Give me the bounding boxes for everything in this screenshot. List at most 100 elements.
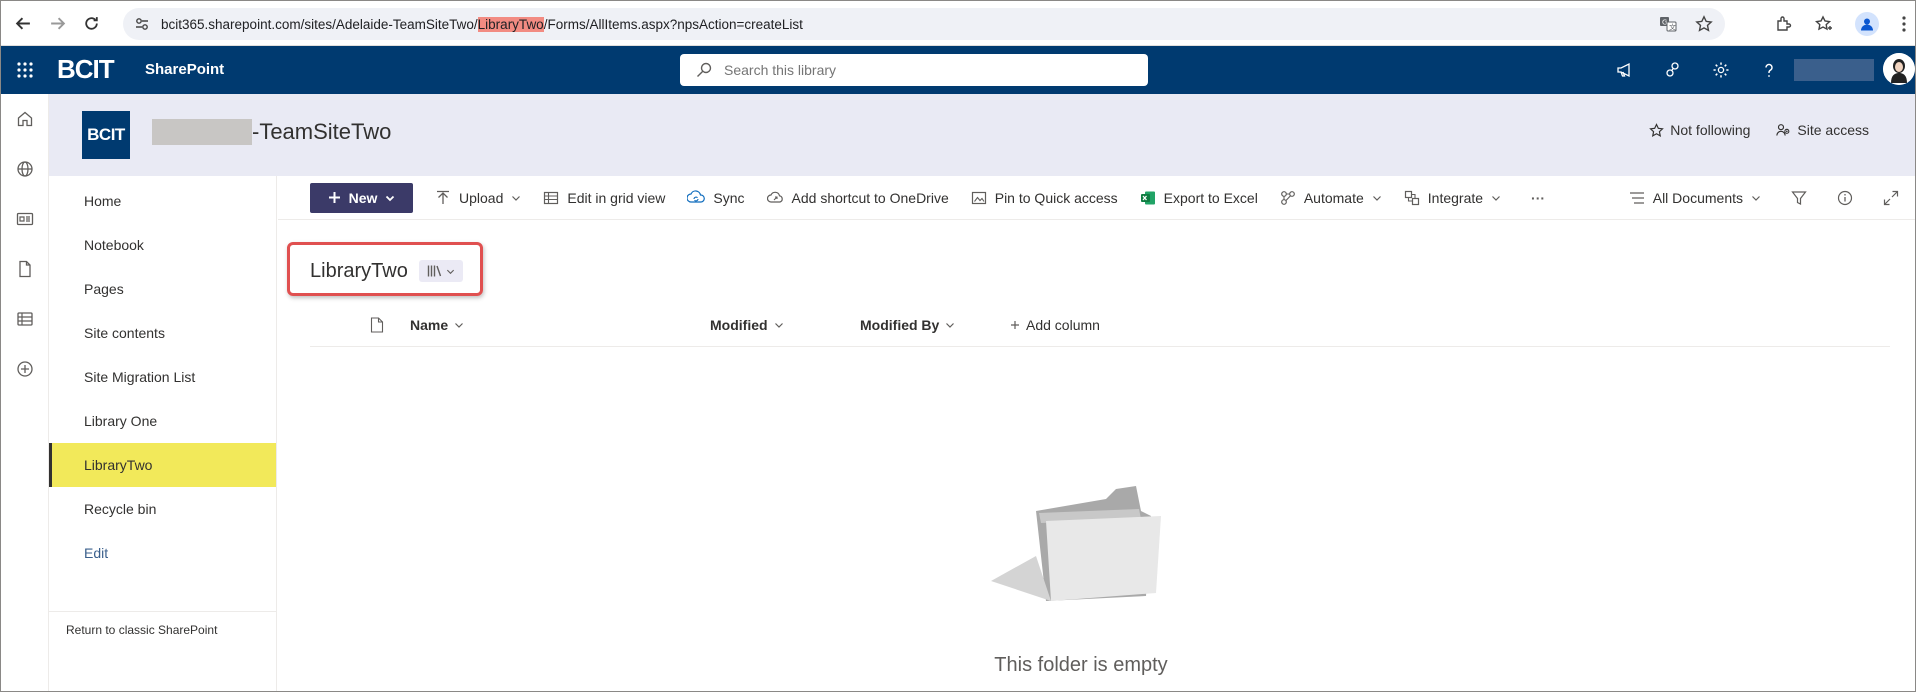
view-list-icon [1629,191,1645,205]
site-title-container[interactable]: -TeamSiteTwo [152,117,391,147]
sync-button[interactable]: Sync [687,189,745,206]
return-to-classic-link[interactable]: Return to classic SharePoint [49,611,277,637]
address-bar[interactable]: bcit365.sharepoint.com/sites/Adelaide-Te… [123,8,1725,40]
column-name-label: Name [410,317,449,333]
column-name[interactable]: Name [410,317,464,333]
search-box[interactable] [680,54,1148,86]
plus-icon [328,191,341,204]
upload-label: Upload [459,189,504,206]
window: bcit365.sharepoint.com/sites/Adelaide-Te… [0,0,1916,692]
pin-label: Pin to Quick access [994,189,1118,206]
chevron-down-icon [1372,193,1382,203]
globe-icon[interactable] [1,144,49,194]
filter-icon[interactable] [1791,190,1807,206]
chevron-down-icon [446,267,455,276]
add-shortcut-button[interactable]: Add shortcut to OneDrive [766,189,949,206]
account-name-redacted[interactable] [1794,59,1874,81]
column-modified-label: Modified [710,317,768,333]
bookmark-star-icon[interactable] [1695,15,1713,33]
site-access-label: Site access [1797,122,1869,138]
view-selector[interactable]: All Documents [1629,190,1761,206]
upload-button[interactable]: Upload [435,190,521,206]
pin-quick-access-button[interactable]: Pin to Quick access [971,190,1118,206]
follow-label: Not following [1670,122,1751,138]
sync-label: Sync [713,189,745,206]
reload-icon[interactable] [74,6,108,40]
integrate-icon [1404,190,1420,206]
document-icon[interactable] [1,244,49,294]
home-icon[interactable] [1,94,49,144]
nav-item-library-one[interactable]: Library One [49,399,276,443]
integrate-label: Integrate [1427,189,1484,206]
file-type-column-icon[interactable] [370,317,384,333]
site-access-button[interactable]: Site access [1776,122,1869,138]
site-navigation: Home Notebook Pages Site contents Site M… [49,176,277,691]
nav-item-site-migration-list[interactable]: Site Migration List [49,355,276,399]
browser-toolbar: bcit365.sharepoint.com/sites/Adelaide-Te… [1,1,1915,46]
chevron-down-icon [1751,193,1761,203]
empty-folder-message: This folder is empty [994,654,1168,676]
site-info-icon[interactable] [133,15,151,33]
library-view-switcher[interactable] [419,260,463,282]
command-bar: New Upload Edit in grid view Sync Add sh… [278,176,1915,220]
teams-connect-icon[interactable] [1649,46,1697,94]
avatar[interactable] [1883,53,1915,85]
add-column-button[interactable]: Add column [1010,317,1100,333]
settings-gear-icon[interactable] [1697,46,1745,94]
profile-icon[interactable] [1855,12,1879,36]
search-icon [696,62,712,78]
automate-button[interactable]: Automate [1280,190,1382,206]
nav-item-recycle-bin[interactable]: Recycle bin [49,487,276,531]
grid-icon [543,190,559,206]
nav-item-pages[interactable]: Pages [49,267,276,311]
follow-button[interactable]: Not following [1649,122,1750,138]
column-modified[interactable]: Modified [710,317,784,333]
back-icon[interactable] [6,6,40,40]
site-logo[interactable]: BCIT [82,111,130,159]
more-commands-button[interactable]: ··· [1531,190,1545,206]
translate-icon[interactable]: G文 [1659,15,1677,33]
nav-item-notebook[interactable]: Notebook [49,223,276,267]
extensions-icon[interactable] [1775,15,1793,33]
automate-label: Automate [1303,189,1364,206]
url-prefix: bcit365.sharepoint.com/sites/Adelaide-Te… [161,16,478,32]
chevron-down-icon [385,193,395,203]
nav-item-library-two[interactable]: LibraryTwo [49,443,276,487]
star-icon [1649,122,1665,138]
chevron-down-icon [774,320,784,330]
lists-icon[interactable] [1,294,49,344]
app-name[interactable]: SharePoint [145,61,224,78]
info-icon[interactable] [1837,190,1853,206]
favorites-icon[interactable] [1815,15,1833,33]
create-icon[interactable] [1,344,49,394]
plus-icon [1010,320,1020,330]
brand-logo[interactable]: BCIT [57,54,115,85]
app-launcher-icon[interactable] [1,46,49,94]
forward-icon[interactable] [40,6,74,40]
help-icon[interactable] [1745,46,1793,94]
search-input[interactable] [724,62,1104,78]
export-excel-label: Export to Excel [1163,189,1258,206]
add-column-label: Add column [1026,317,1100,333]
nav-item-site-contents[interactable]: Site contents [49,311,276,355]
url-text: bcit365.sharepoint.com/sites/Adelaide-Te… [161,16,803,32]
upload-icon [435,190,451,206]
url-highlight: LibraryTwo [477,16,544,32]
new-label: New [348,189,378,206]
browser-menu-icon[interactable] [1901,15,1907,33]
integrate-button[interactable]: Integrate [1404,190,1501,206]
megaphone-icon[interactable] [1601,46,1649,94]
nav-item-home[interactable]: Home [49,179,276,223]
export-excel-button[interactable]: Export to Excel [1140,190,1258,206]
chevron-down-icon [1491,193,1501,203]
column-modified-by[interactable]: Modified By [860,317,955,333]
sync-icon [687,189,706,206]
new-button[interactable]: New [310,182,413,213]
edit-grid-button[interactable]: Edit in grid view [543,190,665,206]
chevron-down-icon [511,193,521,203]
site-header: BCIT -TeamSiteTwo Not following Site acc… [49,94,1915,176]
expand-icon[interactable] [1883,190,1899,206]
nav-edit-link[interactable]: Edit [49,531,276,575]
news-icon[interactable] [1,194,49,244]
add-shortcut-label: Add shortcut to OneDrive [791,189,949,206]
